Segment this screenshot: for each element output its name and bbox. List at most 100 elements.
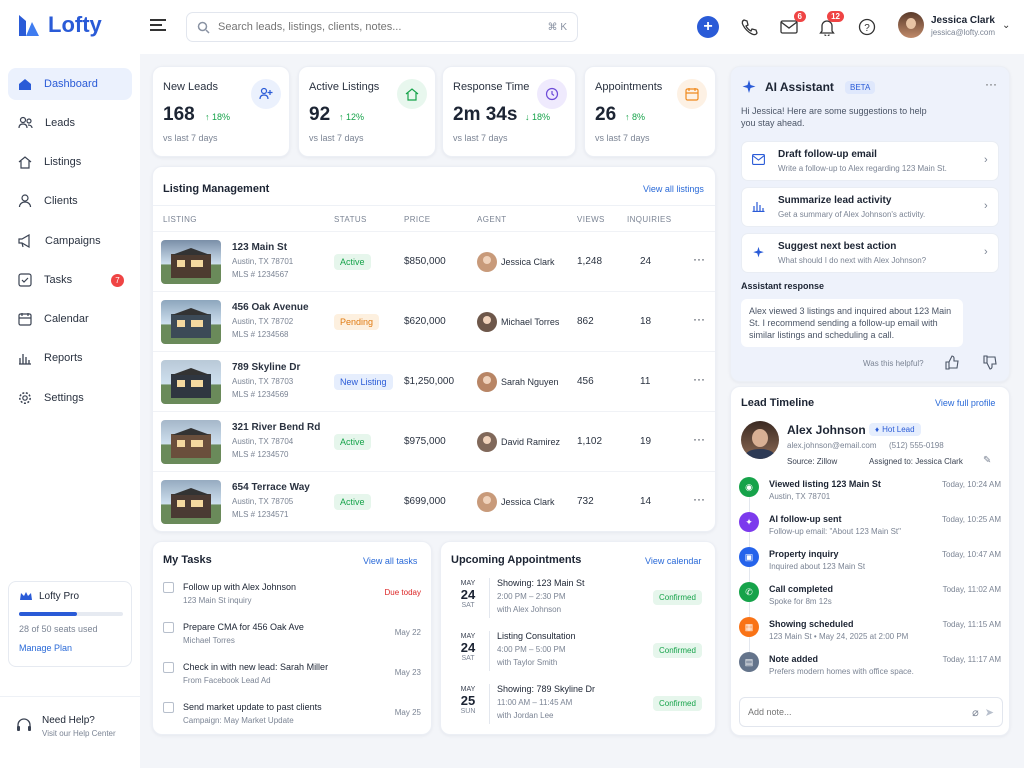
thumbs-up-icon[interactable] — [945, 355, 960, 373]
suggestion-item[interactable]: Draft follow-up email Write a follow-up … — [741, 141, 999, 181]
task-checkbox[interactable] — [163, 622, 174, 633]
stat-change: ↑ 12% — [339, 112, 365, 122]
appointment-date: MAY 25 SUN — [455, 686, 481, 715]
menu-icon[interactable] — [150, 17, 168, 36]
view-calendar-link[interactable]: View calendar — [645, 556, 701, 566]
listing-thumbnail[interactable] — [161, 420, 221, 464]
column-header[interactable]: PRICE — [404, 215, 430, 224]
logo[interactable]: Lofty — [16, 12, 102, 38]
edit-icon[interactable]: ✎ — [983, 455, 991, 466]
view-all-listings-link[interactable]: View all listings — [643, 184, 704, 194]
paperclip-icon[interactable]: ⌀ — [972, 706, 979, 719]
table-row[interactable]: 654 Terrace Way Austin, TX 78705 MLS # 1… — [153, 471, 715, 531]
house-icon — [397, 79, 427, 109]
sidebar-item-campaigns[interactable]: Campaigns — [8, 225, 132, 257]
agent-avatar — [477, 492, 497, 512]
listing-city: Austin, TX 78704 — [232, 437, 294, 446]
lead-email: alex.johnson@email.com — [787, 441, 877, 450]
help-center-link[interactable]: Need Help? Visit our Help Center — [42, 715, 116, 738]
divider — [0, 696, 140, 697]
add-button[interactable]: + — [697, 16, 719, 38]
clock-icon — [537, 79, 567, 109]
sidebar-item-dashboard[interactable]: Dashboard — [8, 68, 132, 100]
timeline-event: ▣ Property inquiry Inquired about 123 Ma… — [731, 547, 1011, 581]
chart-icon — [752, 200, 765, 215]
task-checkbox[interactable] — [163, 662, 174, 673]
column-header[interactable]: VIEWS — [577, 215, 605, 224]
listing-name[interactable]: 789 Skyline Dr — [232, 362, 300, 373]
column-header[interactable]: AGENT — [477, 215, 507, 224]
task-item[interactable]: Follow up with Alex Johnson 123 Main St … — [153, 580, 433, 620]
table-row[interactable]: 456 Oak Avenue Austin, TX 78702 MLS # 12… — [153, 291, 715, 351]
listing-thumbnail[interactable] — [161, 240, 221, 284]
task-sub: From Facebook Lead Ad — [183, 676, 271, 685]
listing-name[interactable]: 654 Terrace Way — [232, 482, 310, 493]
send-icon[interactable]: ➤ — [985, 706, 994, 719]
sidebar-item-leads[interactable]: Leads — [8, 107, 132, 139]
table-row[interactable]: 321 River Bend Rd Austin, TX 78704 MLS #… — [153, 411, 715, 471]
event-icon: ✦ — [739, 512, 759, 532]
listing-name[interactable]: 123 Main St — [232, 242, 287, 253]
more-options-button[interactable]: ··· — [985, 77, 997, 91]
help-button[interactable]: ? — [856, 16, 878, 38]
sidebar-label: Leads — [45, 117, 75, 129]
listing-price: $975,000 — [404, 436, 446, 447]
sidebar-item-settings[interactable]: Settings — [8, 382, 132, 414]
note-input[interactable] — [748, 707, 967, 717]
stat-card-active-listings: Active Listings 92 ↑ 12% vs last 7 days — [298, 66, 436, 157]
sidebar-item-calendar[interactable]: Calendar — [8, 303, 132, 335]
task-item[interactable]: Check in with new lead: Sarah Miller Fro… — [153, 660, 433, 700]
appointment-item[interactable]: MAY 24 SAT Showing: 123 Main St 2:00 PM … — [441, 578, 717, 630]
task-item[interactable]: Prepare CMA for 456 Oak Ave Michael Torr… — [153, 620, 433, 660]
appt-month: MAY — [460, 633, 476, 640]
row-more-button[interactable]: ··· — [693, 312, 705, 326]
suggestion-item[interactable]: Summarize lead activity Get a summary of… — [741, 187, 999, 227]
task-checkbox[interactable] — [163, 582, 174, 593]
phone-button[interactable] — [738, 16, 760, 38]
row-more-button[interactable]: ··· — [693, 432, 705, 446]
sidebar-item-clients[interactable]: Clients — [8, 185, 132, 217]
task-item[interactable]: Send market update to past clients Campa… — [153, 700, 433, 740]
row-more-button[interactable]: ··· — [693, 252, 705, 266]
row-more-button[interactable]: ··· — [693, 492, 705, 506]
listing-name[interactable]: 321 River Bend Rd — [232, 422, 320, 433]
event-time: Today, 10:24 AM — [942, 480, 1001, 489]
column-header[interactable]: STATUS — [334, 215, 367, 224]
sidebar-item-listings[interactable]: Listings — [8, 146, 132, 178]
notifications-button[interactable]: 12 — [816, 11, 844, 38]
suggestion-item[interactable]: Suggest next best action What should I d… — [741, 233, 999, 273]
table-row[interactable]: 123 Main St Austin, TX 78701 MLS # 12345… — [153, 231, 715, 291]
user-avatar[interactable] — [898, 12, 924, 38]
listing-thumbnail[interactable] — [161, 480, 221, 524]
view-full-profile-link[interactable]: View full profile — [935, 398, 995, 408]
listing-thumbnail[interactable] — [161, 300, 221, 344]
user-info[interactable]: Jessica Clark jessica@lofty.com — [931, 15, 995, 37]
chevron-down-icon[interactable]: ⌄ — [1002, 20, 1010, 31]
event-icon: ◉ — [739, 477, 759, 497]
column-header[interactable]: LISTING — [163, 215, 197, 224]
listing-views: 732 — [577, 496, 594, 507]
listing-thumbnail[interactable] — [161, 360, 221, 404]
listing-mls: MLS # 1234567 — [232, 270, 289, 279]
tasks-badge: 7 — [111, 274, 124, 287]
appointment-item[interactable]: MAY 25 SUN Showing: 789 Skyline Dr 11:00… — [441, 684, 717, 736]
event-sub: Austin, TX 78701 — [769, 492, 831, 501]
row-more-button[interactable]: ··· — [693, 372, 705, 386]
appointment-item[interactable]: MAY 24 SAT Listing Consultation 4:00 PM … — [441, 631, 717, 683]
view-all-tasks-link[interactable]: View all tasks — [363, 556, 417, 566]
mail-button[interactable]: 6 — [778, 11, 806, 38]
column-header[interactable]: INQUIRIES — [627, 215, 672, 224]
event-icon: ▤ — [739, 652, 759, 672]
sidebar-item-tasks[interactable]: Tasks 7 — [8, 264, 132, 296]
sidebar-item-reports[interactable]: Reports — [8, 342, 132, 374]
table-row[interactable]: 789 Skyline Dr Austin, TX 78703 MLS # 12… — [153, 351, 715, 411]
mail-icon — [752, 154, 765, 168]
status-badge: Confirmed — [653, 643, 702, 658]
listing-name[interactable]: 456 Oak Avenue — [232, 302, 309, 313]
manage-plan-link[interactable]: Manage Plan — [19, 643, 72, 653]
thumbs-down-icon[interactable] — [983, 355, 998, 373]
search-bar[interactable]: ⌘ K — [186, 12, 578, 42]
task-checkbox[interactable] — [163, 702, 174, 713]
search-input[interactable] — [218, 21, 540, 33]
appt-title: Listing Consultation — [497, 631, 576, 641]
